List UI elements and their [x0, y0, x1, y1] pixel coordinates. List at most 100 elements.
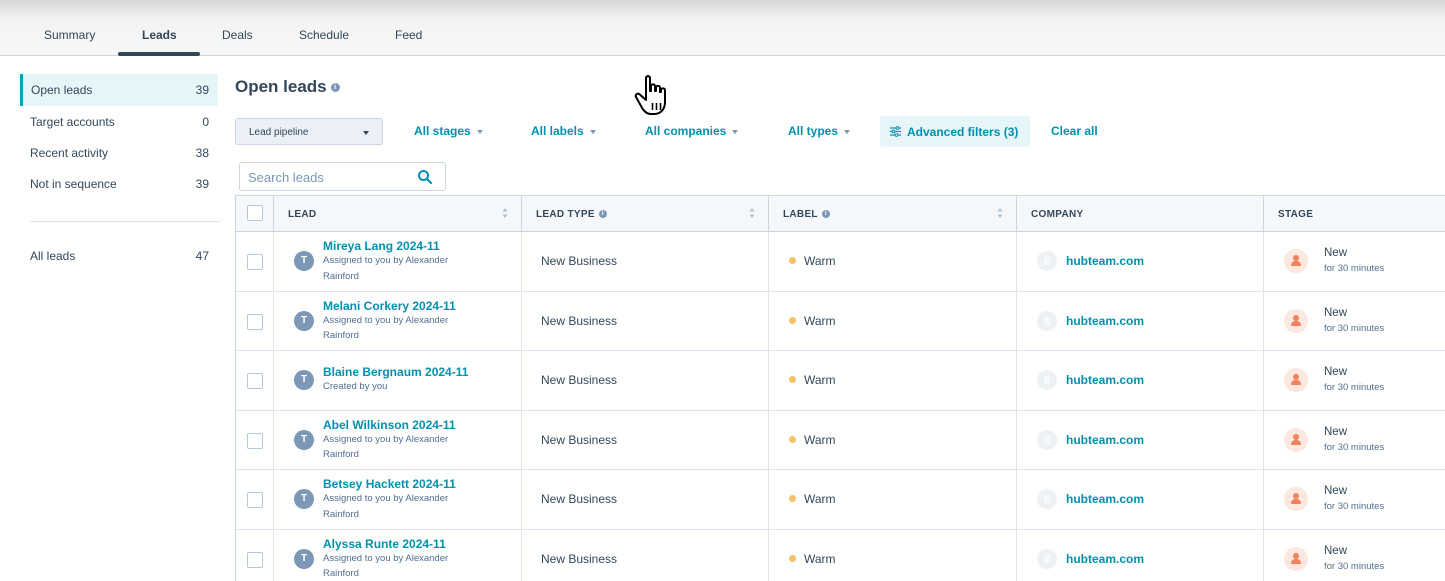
sort-icon[interactable]	[502, 207, 508, 219]
company-logo-icon	[1037, 548, 1057, 569]
lead-name-link[interactable]: Blaine Bergnaum 2024-11	[323, 365, 468, 379]
tab-deals[interactable]: Deals	[222, 28, 253, 42]
stage-name: New	[1324, 544, 1348, 557]
avatar: T	[294, 548, 314, 569]
tab-schedule[interactable]: Schedule	[299, 28, 349, 42]
warm-status-dot	[789, 376, 796, 383]
lead-pipeline-select[interactable]: Lead pipeline	[235, 118, 383, 145]
search-input[interactable]	[248, 168, 408, 186]
lead-type-cell: New Business	[522, 470, 769, 529]
label-cell: Warm	[769, 232, 1017, 291]
row-select-cell	[236, 529, 274, 581]
warm-status-dot	[789, 554, 796, 562]
tab-summary[interactable]: Summary	[44, 28, 95, 42]
company-cell: hubteam.com	[1017, 529, 1264, 581]
stage-person-icon	[1284, 308, 1308, 333]
company-link[interactable]: hubteam.com	[1066, 492, 1144, 506]
advanced-filters-button[interactable]: Advanced filters (3)	[880, 116, 1030, 147]
column-header-label-col[interactable]: LABEL i	[769, 196, 1017, 232]
column-header-lead[interactable]: LEAD	[274, 196, 522, 232]
company-cell: hubteam.com	[1017, 470, 1264, 529]
column-header-lead-type[interactable]: LEAD TYPE i	[522, 196, 769, 232]
stage-cell: New for 30 minutes	[1264, 411, 1445, 470]
lead-assignment-text: Assigned to you by Alexander Rainford	[323, 552, 449, 580]
label-cell: Warm	[769, 291, 1017, 350]
lead-name-link[interactable]: Alyssa Runte 2024-11	[323, 537, 446, 551]
sidebar-item-open-leads[interactable]: Open leads 39	[20, 74, 218, 106]
table-row[interactable]: T Abel Wilkinson 2024-11 Assigned to you…	[236, 410, 1445, 470]
company-logo-icon	[1037, 489, 1057, 509]
tab-leads[interactable]: Leads	[142, 28, 177, 42]
tab-feed[interactable]: Feed	[395, 28, 422, 42]
sidebar-item-label: Recent activity	[30, 146, 109, 160]
row-checkbox[interactable]	[247, 432, 263, 449]
clear-all-button[interactable]: Clear all	[1051, 124, 1098, 138]
company-link[interactable]: hubteam.com	[1066, 314, 1144, 328]
info-icon[interactable]: i	[330, 83, 340, 93]
column-header-text: LABEL	[783, 209, 818, 220]
select-all-checkbox[interactable]	[247, 205, 263, 221]
lead-name-link[interactable]: Mireya Lang 2024-11	[323, 239, 440, 253]
stage-duration: for 30 minutes	[1324, 501, 1385, 512]
header-select-all-cell	[236, 196, 274, 232]
row-select-cell	[236, 351, 274, 410]
lead-assignment-text: Created by you	[323, 381, 388, 392]
row-checkbox[interactable]	[247, 373, 263, 389]
row-checkbox[interactable]	[247, 254, 263, 270]
lead-type-text: New Business	[541, 432, 618, 447]
sidebar-item-all-leads[interactable]: All leads 47	[20, 240, 218, 272]
company-link[interactable]: hubteam.com	[1066, 373, 1144, 387]
sidebar-item-label: All leads	[30, 249, 76, 263]
lead-type-cell: New Business	[522, 351, 769, 410]
table-row[interactable]: T Melani Corkery 2024-11 Assigned to you…	[236, 291, 1445, 351]
lead-name-link[interactable]: Abel Wilkinson 2024-11	[323, 418, 456, 432]
page-title: Open leads i	[235, 77, 340, 97]
row-select-cell	[236, 410, 274, 469]
row-checkbox[interactable]	[247, 551, 263, 568]
info-icon[interactable]: i	[598, 210, 607, 219]
stage-person-icon	[1284, 427, 1308, 452]
company-link[interactable]: hubteam.com	[1066, 433, 1144, 447]
sidebar-divider	[30, 221, 220, 222]
info-icon[interactable]: i	[821, 210, 830, 219]
lead-cell: T Melani Corkery 2024-11 Assigned to you…	[274, 291, 522, 350]
search-icon[interactable]	[417, 169, 433, 185]
filter-all-companies[interactable]: All companies	[645, 124, 739, 138]
company-link[interactable]: hubteam.com	[1066, 552, 1144, 566]
stage-person-icon	[1284, 249, 1308, 273]
advanced-filters-label: Advanced filters (3)	[907, 125, 1019, 139]
company-link[interactable]: hubteam.com	[1066, 254, 1144, 268]
lead-type-cell: New Business	[522, 410, 769, 469]
sidebar-item-target-accounts[interactable]: Target accounts 0	[20, 106, 218, 138]
column-header-stage[interactable]: STAGE	[1264, 196, 1445, 232]
sidebar-item-count: 39	[195, 177, 209, 191]
stage-name: New	[1324, 366, 1348, 378]
column-header-company[interactable]: COMPANY	[1017, 196, 1264, 232]
stage-cell: New for 30 minutes	[1264, 232, 1445, 291]
filter-all-types[interactable]: All types	[788, 124, 851, 138]
lead-name-link[interactable]: Betsey Hackett 2024-11	[323, 477, 456, 491]
table-row[interactable]: T Alyssa Runte 2024-11 Assigned to you b…	[236, 529, 1445, 581]
page-title-text: Open leads	[235, 77, 327, 96]
row-checkbox[interactable]	[247, 313, 263, 330]
stage-cell: New for 30 minutes	[1264, 530, 1445, 581]
stage-duration: for 30 minutes	[1324, 263, 1385, 274]
avatar: T	[294, 310, 314, 331]
company-cell: hubteam.com	[1017, 410, 1264, 469]
sidebar-item-label: Open leads	[31, 83, 93, 97]
sidebar-item-not-in-sequence[interactable]: Not in sequence 39	[20, 168, 218, 200]
filter-all-labels[interactable]: All labels	[531, 124, 596, 138]
sort-icon[interactable]	[749, 207, 755, 219]
chevron-down-icon	[732, 129, 739, 134]
table-row[interactable]: T Blaine Bergnaum 2024-11 Created by you…	[236, 351, 1445, 411]
filter-all-stages[interactable]: All stages	[414, 124, 483, 138]
stage-name: New	[1324, 425, 1348, 438]
table-row[interactable]: T Mireya Lang 2024-11 Assigned to you by…	[236, 232, 1445, 292]
sort-icon[interactable]	[997, 207, 1003, 219]
label-text: Warm	[804, 313, 836, 328]
sidebar-item-recent-activity[interactable]: Recent activity 38	[20, 137, 218, 169]
row-checkbox[interactable]	[247, 492, 263, 508]
label-text: Warm	[804, 254, 836, 268]
table-row[interactable]: T Betsey Hackett 2024-11 Assigned to you…	[236, 470, 1445, 530]
lead-name-link[interactable]: Melani Corkery 2024-11	[323, 299, 456, 313]
